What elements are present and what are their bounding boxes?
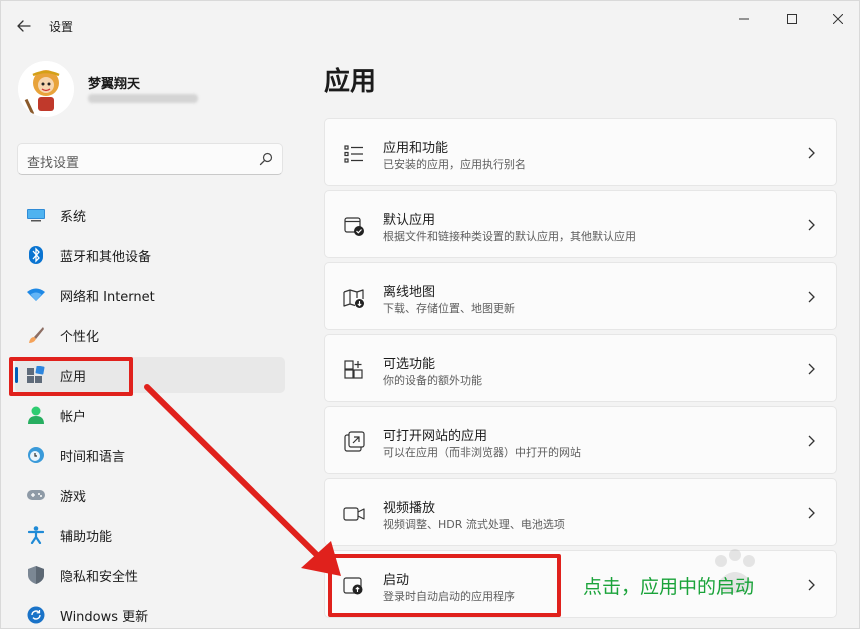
sidebar-item-label: 辅助功能 <box>60 529 113 545</box>
minimize-icon <box>739 18 749 20</box>
shield-icon <box>27 566 45 584</box>
card-apps-features[interactable]: 应用和功能 已安装的应用，应用执行别名 <box>324 118 837 186</box>
back-button[interactable] <box>11 13 37 39</box>
brush-icon <box>27 326 45 344</box>
sidebar-item-gaming[interactable]: 游戏 <box>15 477 285 513</box>
search-placeholder: 查找设置 <box>27 156 80 171</box>
sidebar-item-label: Windows 更新 <box>60 609 149 625</box>
card-offline-maps[interactable]: 离线地图 下载、存储位置、地图更新 <box>324 262 837 330</box>
chevron-right-icon <box>808 507 815 519</box>
annotation-text: 点击，应用中的启动 <box>583 576 755 598</box>
window-title: 设置 <box>49 20 74 34</box>
sidebar-item-label: 时间和语言 <box>60 449 126 465</box>
card-subtitle: 根据文件和链接种类设置的默认应用，其他默认应用 <box>383 230 636 243</box>
chevron-right-icon <box>808 219 815 231</box>
sidebar-item-label: 游戏 <box>60 489 87 505</box>
sidebar-item-system[interactable]: 系统 <box>15 197 285 233</box>
highlight-box-startup <box>328 554 561 617</box>
sidebar-item-label: 隐私和安全性 <box>60 569 139 585</box>
card-optional-features[interactable]: 可选功能 你的设备的额外功能 <box>324 334 837 402</box>
title-bar: 设置 <box>1 1 859 49</box>
sidebar-item-windows-update[interactable]: Windows 更新 <box>15 597 285 629</box>
sidebar-item-accounts[interactable]: 帐户 <box>15 397 285 433</box>
page-title: 应用 <box>324 67 377 97</box>
highlight-box-apps <box>9 357 133 396</box>
card-title: 默认应用 <box>383 213 436 228</box>
card-title: 可选功能 <box>383 357 436 372</box>
sidebar-nav: 系统 蓝牙和其他设备 网络和 Internet 个性化 应用 帐户 时间和语言 … <box>15 197 285 629</box>
avatar[interactable] <box>18 61 74 117</box>
sidebar-item-label: 蓝牙和其他设备 <box>60 249 152 265</box>
wifi-icon <box>27 286 45 304</box>
time-language-icon <box>27 446 45 464</box>
sidebar-item-bluetooth[interactable]: 蓝牙和其他设备 <box>15 237 285 273</box>
sidebar-item-personalization[interactable]: 个性化 <box>15 317 285 353</box>
close-icon <box>833 14 843 24</box>
card-title: 离线地图 <box>383 285 436 300</box>
sidebar-item-label: 网络和 Internet <box>60 289 155 305</box>
gamepad-icon <box>27 486 45 504</box>
card-video-playback[interactable]: 视频播放 视频调整、HDR 流式处理、电池选项 <box>324 478 837 546</box>
monkey-king-avatar-icon <box>18 61 74 117</box>
maximize-button[interactable] <box>777 7 807 31</box>
card-subtitle: 已安装的应用，应用执行别名 <box>383 158 526 171</box>
card-apps-for-websites[interactable]: 可打开网站的应用 可以在应用（而非浏览器）中打开的网站 <box>324 406 837 474</box>
bluetooth-icon <box>27 246 45 264</box>
back-arrow-icon <box>17 20 31 32</box>
chevron-right-icon <box>808 291 815 303</box>
maximize-icon <box>787 14 797 24</box>
card-subtitle: 下载、存储位置、地图更新 <box>383 302 515 315</box>
card-default-apps[interactable]: 默认应用 根据文件和链接种类设置的默认应用，其他默认应用 <box>324 190 837 258</box>
default-app-icon <box>344 217 364 236</box>
sidebar-item-label: 帐户 <box>60 409 87 425</box>
close-button[interactable] <box>823 7 853 31</box>
card-title: 视频播放 <box>383 501 436 516</box>
chevron-right-icon <box>808 435 815 447</box>
minimize-button[interactable] <box>729 7 759 31</box>
sidebar-item-privacy[interactable]: 隐私和安全性 <box>15 557 285 593</box>
video-icon <box>343 507 365 521</box>
card-title: 可打开网站的应用 <box>383 429 488 444</box>
map-icon <box>343 289 364 308</box>
open-web-icon <box>344 431 365 452</box>
card-subtitle: 可以在应用（而非浏览器）中打开的网站 <box>383 446 581 459</box>
settings-window: 设置 梦翼翔天 查找设置 系统 蓝牙和其他设备 网络和 Internet 个性化… <box>0 0 860 629</box>
chevron-right-icon <box>808 363 815 375</box>
card-subtitle: 你的设备的额外功能 <box>383 374 482 387</box>
user-email-blurred <box>88 94 198 103</box>
search-input[interactable]: 查找设置 <box>17 143 283 175</box>
card-subtitle: 视频调整、HDR 流式处理、电池选项 <box>383 518 565 531</box>
sidebar-item-time-language[interactable]: 时间和语言 <box>15 437 285 473</box>
card-title: 应用和功能 <box>383 141 449 156</box>
chevron-right-icon <box>808 147 815 159</box>
sidebar-item-label: 系统 <box>60 209 87 225</box>
add-grid-icon <box>344 360 363 379</box>
search-icon <box>259 152 273 166</box>
sidebar-item-network[interactable]: 网络和 Internet <box>15 277 285 313</box>
accessibility-icon <box>27 526 45 544</box>
update-icon <box>27 606 45 624</box>
user-name: 梦翼翔天 <box>88 77 141 92</box>
account-icon <box>27 406 45 424</box>
sidebar-item-label: 个性化 <box>60 329 100 345</box>
list-icon <box>344 145 363 163</box>
sidebar-item-accessibility[interactable]: 辅助功能 <box>15 517 285 553</box>
system-icon <box>27 206 45 224</box>
